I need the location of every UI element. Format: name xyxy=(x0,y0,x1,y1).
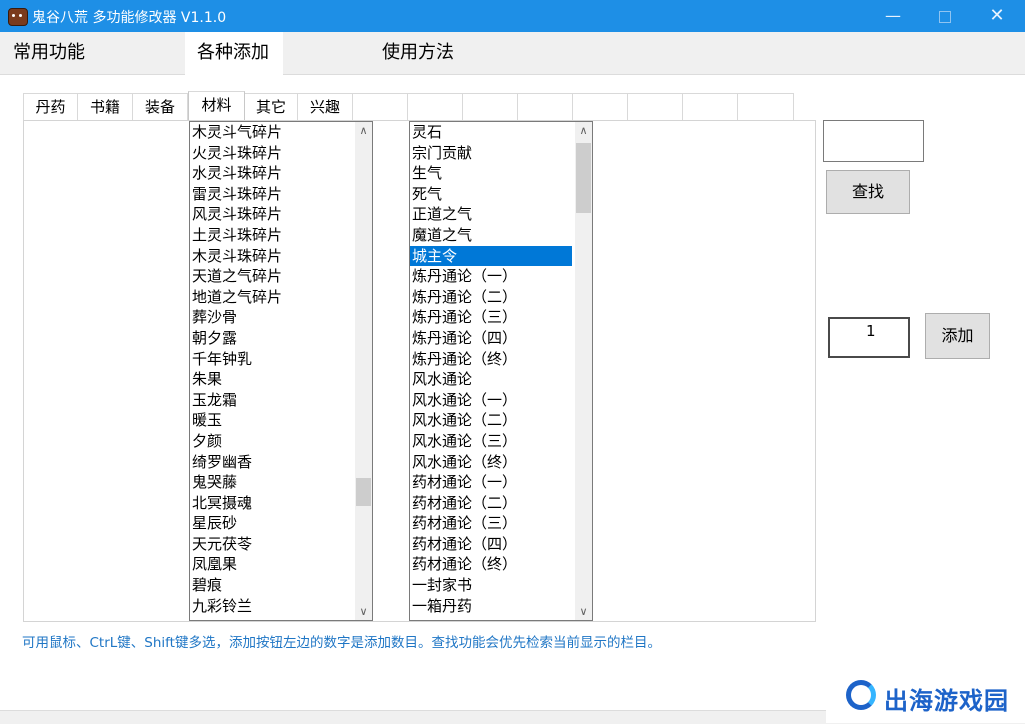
list-item[interactable]: 碧痕 xyxy=(190,575,352,596)
category-tab-bar: 丹药 书籍 装备 材料 其它 兴趣 xyxy=(23,91,803,120)
list-item[interactable]: 灵石 xyxy=(410,122,572,143)
list-item[interactable]: 玉龙霜 xyxy=(190,390,352,411)
list-item[interactable]: 朱果 xyxy=(190,369,352,390)
list-item[interactable]: 风水通论（终） xyxy=(410,452,572,473)
minimize-button[interactable]: — xyxy=(870,0,916,32)
subtab-empty xyxy=(683,93,738,120)
material-list-right[interactable]: 灵石 宗门贡献 生气 死气 正道之气 魔道之气 城主令 炼丹通论（一） 炼丹通论（二） 炼丹通论（… xyxy=(409,121,593,621)
list-item[interactable]: 药材通论（一） xyxy=(410,472,572,493)
list-item[interactable]: 天道之气碎片 xyxy=(190,266,352,287)
subtab-books[interactable]: 书籍 xyxy=(78,93,133,120)
right-list-scrollbar[interactable]: ∧ ∨ xyxy=(575,122,592,620)
list-item[interactable]: 风水通论（一） xyxy=(410,390,572,411)
list-item[interactable]: 天元茯苓 xyxy=(190,534,352,555)
watermark-logo-icon xyxy=(846,680,876,710)
list-item[interactable]: 夕颜 xyxy=(190,431,352,452)
title-bar: 鬼谷八荒 多功能修改器 V1.1.0 — ✕ xyxy=(0,0,1025,32)
list-item[interactable]: 北冥摄魂 xyxy=(190,493,352,514)
scroll-up-icon[interactable]: ∧ xyxy=(575,122,592,139)
maximize-button[interactable] xyxy=(922,0,968,32)
subtab-others[interactable]: 其它 xyxy=(245,93,298,120)
subtab-materials[interactable]: 材料 xyxy=(188,91,245,120)
list-item[interactable]: 炼丹通论（终） xyxy=(410,349,572,370)
list-item[interactable]: 鬼哭藤 xyxy=(190,472,352,493)
tab-common-functions[interactable]: 常用功能 xyxy=(0,32,100,74)
quantity-input[interactable]: 1 xyxy=(828,317,910,358)
subtab-empty xyxy=(408,93,463,120)
list-item[interactable]: 一封家书 xyxy=(410,575,572,596)
list-item[interactable]: 火灵斗珠碎片 xyxy=(190,143,352,164)
list-item[interactable]: 一箱丹药 xyxy=(410,596,572,617)
list-item[interactable]: 药材通论（四） xyxy=(410,534,572,555)
scroll-thumb[interactable] xyxy=(356,478,371,506)
list-item[interactable]: 木灵斗珠碎片 xyxy=(190,246,352,267)
find-button[interactable]: 查找 xyxy=(826,170,910,214)
list-item[interactable]: 风水通论 xyxy=(410,369,572,390)
list-item[interactable]: 土灵斗珠碎片 xyxy=(190,225,352,246)
list-item[interactable]: 雷灵斗珠碎片 xyxy=(190,184,352,205)
window-title: 鬼谷八荒 多功能修改器 V1.1.0 xyxy=(32,10,227,26)
list-item[interactable]: 死气 xyxy=(410,184,572,205)
scroll-up-icon[interactable]: ∧ xyxy=(355,122,372,139)
list-item[interactable]: 风水通论（二） xyxy=(410,410,572,431)
watermark: 出海游戏园 xyxy=(826,668,1025,723)
list-item[interactable]: 城主令 xyxy=(410,245,572,267)
subtab-empty xyxy=(738,93,794,120)
search-input[interactable] xyxy=(823,120,924,162)
main-tab-bar: 常用功能 各种添加 使用方法 xyxy=(0,32,1025,75)
list-item[interactable]: 水灵斗珠碎片 xyxy=(190,163,352,184)
subtab-empty xyxy=(463,93,518,120)
maximize-icon xyxy=(939,11,951,23)
list-item[interactable]: 朝夕露 xyxy=(190,328,352,349)
add-button[interactable]: 添加 xyxy=(925,313,990,359)
subtab-pills[interactable]: 丹药 xyxy=(23,93,78,120)
tab-usage[interactable]: 使用方法 xyxy=(374,32,464,74)
list-item[interactable]: 药材通论（三） xyxy=(410,513,572,534)
list-item[interactable]: 葬沙骨 xyxy=(190,307,352,328)
subtab-equipment[interactable]: 装备 xyxy=(133,93,188,120)
list-item[interactable]: 炼丹通论（四） xyxy=(410,328,572,349)
subtab-empty xyxy=(573,93,628,120)
material-list-left[interactable]: 木灵斗气碎片 火灵斗珠碎片 水灵斗珠碎片 雷灵斗珠碎片 风灵斗珠碎片 土灵斗珠碎片 木灵斗珠… xyxy=(189,121,373,621)
list-item[interactable]: 炼丹通论（二） xyxy=(410,287,572,308)
subtab-empty xyxy=(518,93,573,120)
subtab-interests[interactable]: 兴趣 xyxy=(298,93,353,120)
scroll-down-icon[interactable]: ∨ xyxy=(575,603,592,620)
list-item[interactable]: 药材通论（终） xyxy=(410,554,572,575)
app-icon xyxy=(8,8,28,26)
list-item[interactable]: 凤凰果 xyxy=(190,554,352,575)
list-item[interactable]: 地道之气碎片 xyxy=(190,287,352,308)
list-item[interactable]: 药材通论（二） xyxy=(410,493,572,514)
scroll-thumb[interactable] xyxy=(576,143,591,213)
list-item[interactable]: 绮罗幽香 xyxy=(190,452,352,473)
list-item[interactable]: 魔道之气 xyxy=(410,225,572,246)
subtab-empty xyxy=(628,93,683,120)
close-button[interactable]: ✕ xyxy=(974,0,1020,32)
list-item[interactable]: 正道之气 xyxy=(410,204,572,225)
list-item[interactable]: 星辰砂 xyxy=(190,513,352,534)
subtab-empty xyxy=(353,93,408,120)
tab-various-add[interactable]: 各种添加 xyxy=(185,32,283,75)
scroll-down-icon[interactable]: ∨ xyxy=(355,603,372,620)
list-item[interactable]: 暖玉 xyxy=(190,410,352,431)
list-item[interactable]: 风灵斗珠碎片 xyxy=(190,204,352,225)
list-item[interactable]: 千年钟乳 xyxy=(190,349,352,370)
list-item[interactable]: 木灵斗气碎片 xyxy=(190,122,352,143)
left-list-scrollbar[interactable]: ∧ ∨ xyxy=(355,122,372,620)
usage-hint: 可用鼠标、CtrL键、Shift键多选，添加按钮左边的数字是添加数目。查找功能会… xyxy=(22,635,661,651)
list-item[interactable]: 生气 xyxy=(410,163,572,184)
list-items: 木灵斗气碎片 火灵斗珠碎片 水灵斗珠碎片 雷灵斗珠碎片 风灵斗珠碎片 土灵斗珠碎片 木灵斗珠… xyxy=(190,122,352,616)
list-item[interactable]: 炼丹通论（一） xyxy=(410,266,572,287)
list-item[interactable]: 风水通论（三） xyxy=(410,431,572,452)
list-item[interactable]: 宗门贡献 xyxy=(410,143,572,164)
list-item[interactable]: 炼丹通论（三） xyxy=(410,307,572,328)
list-item[interactable]: 九彩铃兰 xyxy=(190,596,352,617)
list-items: 灵石 宗门贡献 生气 死气 正道之气 魔道之气 城主令 炼丹通论（一） 炼丹通论（二） 炼丹通论（… xyxy=(410,122,572,616)
watermark-text: 出海游戏园 xyxy=(884,687,1009,715)
